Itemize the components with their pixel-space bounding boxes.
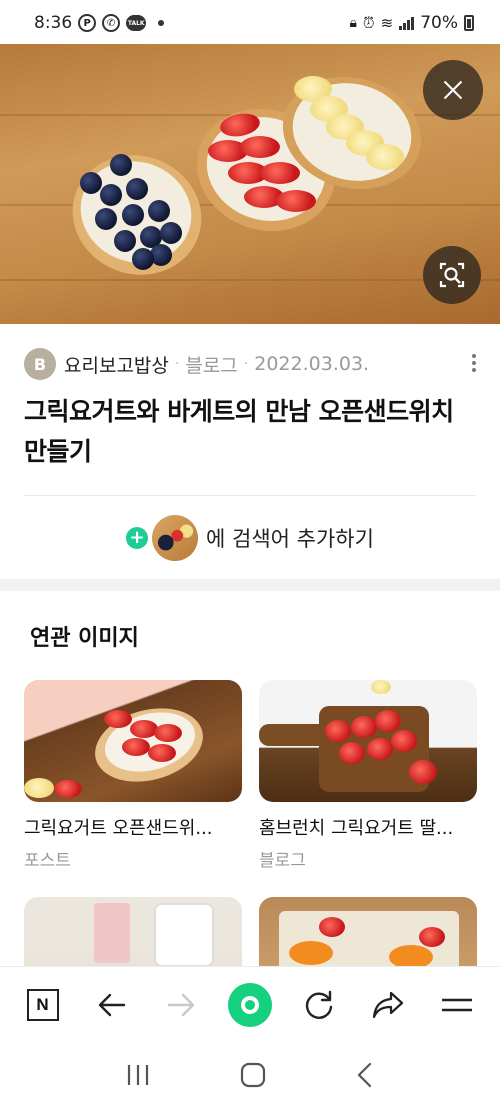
lock-icon: 🔒︎	[349, 15, 357, 31]
menu-button[interactable]	[425, 973, 489, 1037]
system-nav-bar	[0, 1042, 500, 1111]
source-row: B 요리보고밥상 · 블로그 · 2022.03.03.	[24, 346, 476, 382]
image-search-icon	[439, 262, 465, 288]
parking-app-icon: P	[78, 14, 97, 32]
related-kind: 블로그	[259, 851, 306, 871]
related-kind: 포스트	[24, 851, 71, 871]
separator-dot: ·	[174, 356, 180, 372]
post-date: 2022.03.03.	[254, 353, 370, 375]
search-thumbnail	[152, 515, 199, 561]
phone-app-icon: ✆	[102, 14, 121, 32]
result-title[interactable]: 그릭요거트와 바게트의 만남 오픈샌드위치 만들기	[24, 392, 476, 472]
battery-icon	[464, 15, 474, 31]
related-card[interactable]: 그릭요거트 오픈샌드위... 포스트	[24, 680, 242, 871]
green-dot-icon	[227, 982, 272, 1027]
status-time: 8:36	[34, 13, 73, 33]
back-button[interactable]	[80, 973, 144, 1037]
green-dot-button[interactable]	[218, 973, 282, 1037]
recent-apps-button[interactable]	[125, 1063, 151, 1091]
section-gap	[0, 579, 500, 591]
image-search-button[interactable]	[423, 246, 481, 304]
source-name[interactable]: 요리보고밥상	[64, 351, 169, 378]
naver-n-icon: N	[26, 988, 59, 1021]
related-image[interactable]	[24, 680, 242, 802]
close-button[interactable]	[423, 60, 483, 120]
source-avatar[interactable]: B	[24, 348, 56, 380]
browser-toolbar: N	[0, 966, 500, 1042]
refresh-button[interactable]	[287, 973, 351, 1037]
close-icon	[443, 80, 463, 100]
separator-dot: ·	[243, 356, 249, 372]
naver-home-button[interactable]: N	[11, 973, 75, 1037]
alarm-icon: ⏰︎	[362, 14, 375, 32]
arrow-left-icon	[98, 993, 125, 1016]
divider	[24, 495, 476, 496]
forward-button[interactable]	[149, 973, 213, 1037]
related-caption: 그릭요거트 오픈샌드위...	[24, 818, 213, 839]
related-caption: 홈브런치 그릭요거트 딸...	[259, 818, 454, 839]
related-image[interactable]	[259, 680, 477, 802]
recent-apps-icon	[127, 1064, 148, 1085]
notification-dot-icon	[158, 20, 165, 26]
related-images-heading: 연관 이미지	[30, 626, 139, 651]
menu-icon	[442, 998, 473, 1011]
plus-icon: +	[126, 527, 149, 549]
refresh-icon	[305, 990, 333, 1019]
signal-icon	[399, 16, 415, 30]
related-card[interactable]: 홈브런치 그릭요거트 딸... 블로그	[259, 680, 477, 871]
talk-app-icon: TALK	[126, 15, 147, 31]
add-search-term-button[interactable]: + 에 검색어 추가하기	[0, 514, 500, 562]
status-bar: 8:36 P ✆ TALK 🔒︎ ⏰︎ ≋ 70%	[0, 0, 500, 46]
share-icon	[373, 991, 404, 1018]
home-icon	[240, 1062, 266, 1087]
arrow-right-icon	[167, 993, 195, 1016]
home-button[interactable]	[240, 1062, 266, 1092]
battery-percent: 70%	[420, 13, 458, 33]
share-button[interactable]	[356, 973, 420, 1037]
chevron-left-icon	[358, 1062, 372, 1087]
source-type: 블로그	[185, 354, 238, 377]
more-vertical-icon[interactable]	[472, 354, 476, 372]
add-search-label: 에 검색어 추가하기	[206, 527, 374, 551]
system-back-button[interactable]	[355, 1062, 375, 1092]
hero-image[interactable]	[0, 44, 500, 324]
wifi-icon: ≋	[380, 14, 394, 32]
